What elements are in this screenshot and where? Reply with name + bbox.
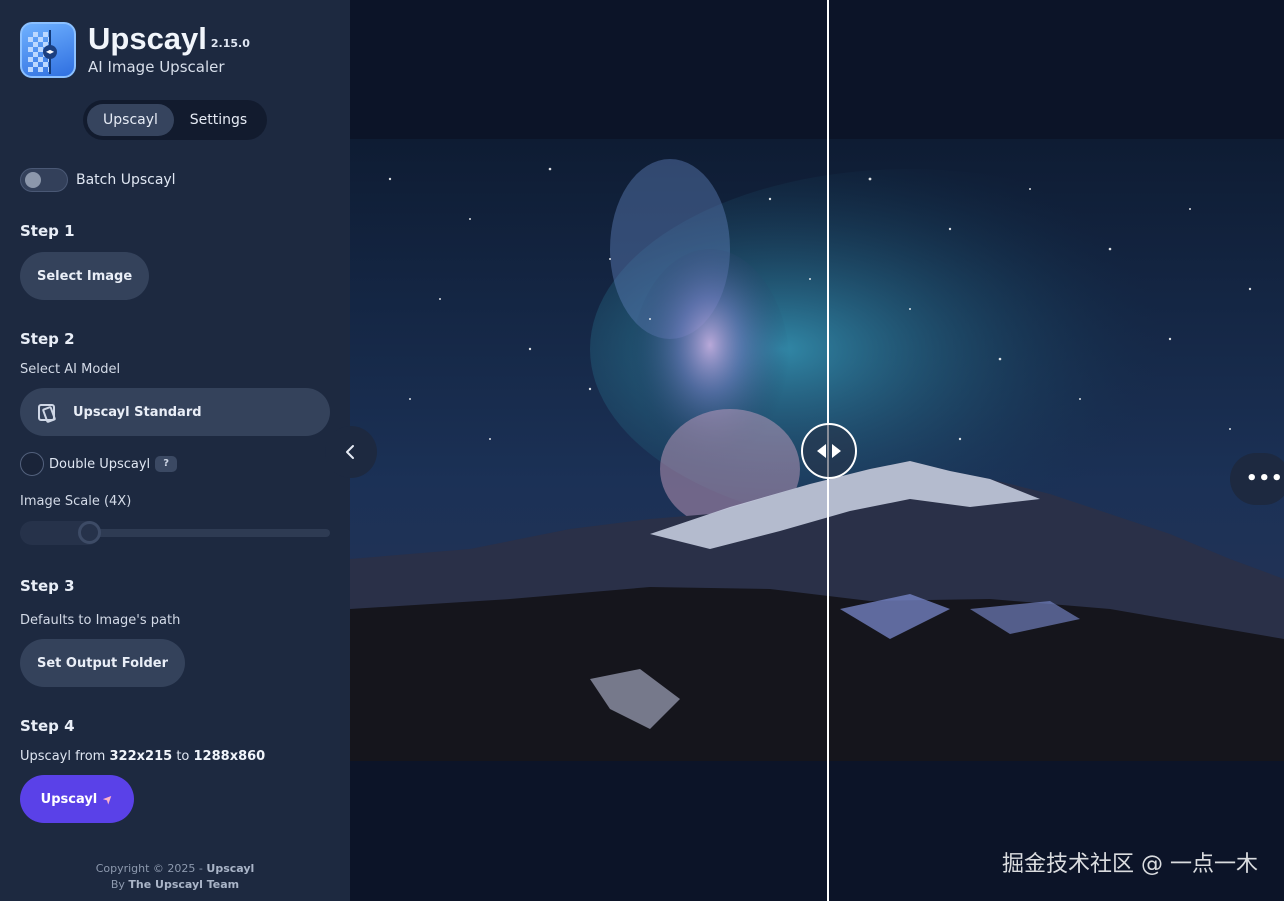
footer-by: By	[110, 878, 125, 891]
batch-toggle-label: Batch Upscayl	[76, 172, 176, 188]
app-title: Upscayl	[88, 21, 207, 56]
collapse-sidebar-button[interactable]	[325, 426, 377, 478]
model-icon	[38, 403, 55, 421]
tab-settings[interactable]: Settings	[174, 104, 263, 136]
upscale-connector: to	[176, 749, 190, 764]
compare-handle[interactable]	[801, 423, 857, 479]
footer-team-link[interactable]: The Upscayl Team	[128, 878, 239, 891]
copyright-text: Copyright © 2025 -	[95, 862, 203, 875]
batch-toggle-row: Batch Upscayl	[20, 168, 176, 192]
rocket-icon: ➤	[99, 790, 117, 808]
source-size: 322x215	[109, 749, 173, 764]
app-subtitle: AI Image Upscaler	[88, 58, 225, 76]
upscayl-button[interactable]: Upscayl ➤	[20, 775, 134, 823]
app-version: 2.15.0	[210, 37, 250, 50]
brand: ◂▸ Upscayl 2.15.0 AI Image Upscaler	[20, 22, 250, 78]
step2-title: Step 2	[20, 330, 75, 348]
watermark: 掘金技术社区 @ 一点一木	[1002, 852, 1258, 877]
tab-bar: Upscayl Settings	[83, 100, 267, 140]
toggle-thumb	[25, 172, 41, 188]
model-select-value: Upscayl Standard	[73, 404, 202, 420]
help-icon[interactable]: ?	[155, 456, 178, 472]
compare-arrows-icon	[817, 444, 841, 458]
step3-title: Step 3	[20, 577, 75, 595]
double-upscayl-checkbox[interactable]	[20, 452, 44, 476]
sidebar: ◂▸ Upscayl 2.15.0 AI Image Upscaler Upsca…	[0, 0, 350, 901]
more-icon: •••	[1246, 468, 1284, 489]
model-select[interactable]: Upscayl Standard	[20, 388, 330, 436]
double-upscayl-label: Double Upscayl	[49, 456, 151, 472]
slider-thumb[interactable]	[78, 521, 101, 544]
tab-upscayl[interactable]: Upscayl	[87, 104, 174, 136]
output-path-hint: Defaults to Image's path	[20, 613, 181, 628]
step1-title: Step 1	[20, 222, 75, 240]
footer-brand-link[interactable]: Upscayl	[206, 862, 254, 875]
upscale-size-info: Upscayl from 322x215 to 1288x860	[20, 749, 265, 764]
chevron-left-icon	[346, 445, 354, 459]
image-scale-label: Image Scale (4X)	[20, 494, 132, 509]
footer: Copyright © 2025 - Upscayl By The Upscay…	[0, 861, 350, 893]
select-model-label: Select AI Model	[20, 362, 121, 377]
upscayl-button-label: Upscayl	[40, 791, 98, 807]
preview-area: ••• 掘金技术社区 @ 一点一木	[350, 0, 1284, 901]
select-image-button[interactable]: Select Image	[20, 252, 150, 300]
batch-toggle[interactable]	[20, 168, 68, 192]
target-size: 1288x860	[193, 749, 266, 764]
more-options-button[interactable]: •••	[1230, 453, 1284, 505]
double-upscayl-row: Double Upscayl ?	[20, 452, 178, 476]
upscale-prefix: Upscayl from	[20, 749, 106, 764]
set-output-folder-button[interactable]: Set Output Folder	[20, 639, 186, 687]
app-logo-icon: ◂▸	[20, 22, 76, 78]
step4-title: Step 4	[20, 717, 75, 735]
